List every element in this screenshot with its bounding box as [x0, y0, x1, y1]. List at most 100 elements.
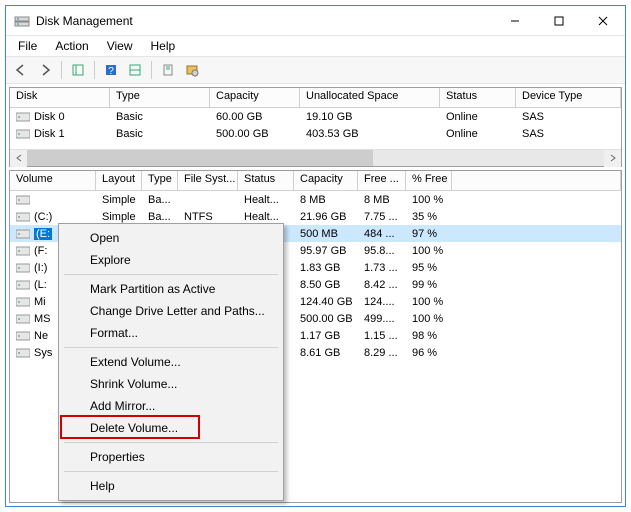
- volume-name: (C:): [34, 211, 52, 223]
- scroll-right-icon[interactable]: [604, 150, 621, 167]
- header-layout[interactable]: Layout: [96, 171, 142, 191]
- menu-action[interactable]: Action: [47, 38, 96, 54]
- header-free[interactable]: Free ...: [358, 171, 406, 191]
- menu-item-help[interactable]: Help: [62, 475, 280, 497]
- header-type[interactable]: Type: [110, 88, 210, 108]
- settings-button[interactable]: [124, 59, 146, 81]
- menu-item-shrink-volume[interactable]: Shrink Volume...: [62, 373, 280, 395]
- menu-file[interactable]: File: [10, 38, 45, 54]
- header-unallocated[interactable]: Unallocated Space: [300, 88, 440, 108]
- menu-item-change-drive-letter-and-paths[interactable]: Change Drive Letter and Paths...: [62, 300, 280, 322]
- volume-pane: Volume Layout Type File Syst... Status C…: [9, 170, 622, 503]
- volume-headers: Volume Layout Type File Syst... Status C…: [10, 171, 621, 191]
- cell-status: Healt...: [238, 194, 294, 206]
- header-fs[interactable]: File Syst...: [178, 171, 238, 191]
- volume-icon: [16, 229, 30, 239]
- volume-icon: [16, 195, 30, 205]
- cell-free: 1.73 ...: [358, 262, 406, 274]
- disk-rows: Disk 0Basic60.00 GB19.10 GBOnlineSAS Disk…: [10, 108, 621, 149]
- volume-icon: [16, 331, 30, 341]
- cell-layout: Simple: [96, 211, 142, 223]
- cell-type: Basic: [110, 128, 210, 140]
- minimize-button[interactable]: [493, 6, 537, 35]
- disk-icon: [16, 112, 30, 122]
- cell-free: 7.75 ...: [358, 211, 406, 223]
- svg-text:?: ?: [108, 66, 114, 77]
- menu-separator: [64, 274, 278, 275]
- volume-name: MS: [34, 313, 51, 325]
- cell-free: 499....: [358, 313, 406, 325]
- header-pct[interactable]: % Free: [406, 171, 452, 191]
- header-disk[interactable]: Disk: [10, 88, 110, 108]
- menu-separator: [64, 442, 278, 443]
- cell-type: Ba...: [142, 211, 178, 223]
- menu-item-properties[interactable]: Properties: [62, 446, 280, 468]
- cell-free: 8.42 ...: [358, 279, 406, 291]
- volume-name: (F:: [34, 245, 47, 257]
- menu-item-delete-volume[interactable]: Delete Volume...: [62, 417, 280, 439]
- header-volume[interactable]: Volume: [10, 171, 96, 191]
- menu-help[interactable]: Help: [143, 38, 184, 54]
- header-status[interactable]: Status: [238, 171, 294, 191]
- cell-layout: Simple: [96, 194, 142, 206]
- scroll-track[interactable]: [27, 150, 604, 166]
- toolbar-separator: [151, 61, 152, 79]
- disk-headers: Disk Type Capacity Unallocated Space Sta…: [10, 88, 621, 108]
- maximize-button[interactable]: [537, 6, 581, 35]
- menu-view[interactable]: View: [99, 38, 141, 54]
- table-row[interactable]: Disk 1Basic500.00 GB403.53 GBOnlineSAS: [10, 125, 621, 142]
- menubar: File Action View Help: [6, 36, 625, 56]
- show-hide-tree-button[interactable]: [67, 59, 89, 81]
- scroll-left-icon[interactable]: [10, 150, 27, 167]
- menu-item-format[interactable]: Format...: [62, 322, 280, 344]
- toolbar-separator: [61, 61, 62, 79]
- menu-item-add-mirror[interactable]: Add Mirror...: [62, 395, 280, 417]
- cell-fs: NTFS: [178, 211, 238, 223]
- volume-icon: [16, 314, 30, 324]
- cell-pct: 97 %: [406, 228, 452, 240]
- cell-free: 124....: [358, 296, 406, 308]
- horizontal-scrollbar[interactable]: [10, 149, 621, 166]
- header-capacity[interactable]: Capacity: [210, 88, 300, 108]
- disk-pane: Disk Type Capacity Unallocated Space Sta…: [9, 87, 622, 167]
- cell-status: Online: [440, 111, 516, 123]
- menu-separator: [64, 347, 278, 348]
- cell-pct: 100 %: [406, 194, 452, 206]
- back-button[interactable]: [10, 59, 32, 81]
- content-area: Disk Type Capacity Unallocated Space Sta…: [6, 84, 625, 506]
- header-type[interactable]: Type: [142, 171, 178, 191]
- menu-item-open[interactable]: Open: [62, 227, 280, 249]
- rescan-button[interactable]: [181, 59, 203, 81]
- refresh-button[interactable]: [157, 59, 179, 81]
- table-row[interactable]: SimpleBa...Healt...8 MB8 MB100 %: [10, 191, 621, 208]
- volume-icon: [16, 280, 30, 290]
- context-menu: OpenExplore Mark Partition as ActiveChang…: [58, 223, 284, 501]
- header-capacity[interactable]: Capacity: [294, 171, 358, 191]
- volume-name: (I:): [34, 262, 47, 274]
- close-button[interactable]: [581, 6, 625, 35]
- menu-item-mark-partition-as-active[interactable]: Mark Partition as Active: [62, 278, 280, 300]
- cell-free: 8 MB: [358, 194, 406, 206]
- toolbar: ?: [6, 56, 625, 84]
- header-status[interactable]: Status: [440, 88, 516, 108]
- volume-name: (L:: [34, 279, 47, 291]
- menu-item-extend-volume[interactable]: Extend Volume...: [62, 351, 280, 373]
- cell-pct: 95 %: [406, 262, 452, 274]
- cell-pct: 100 %: [406, 245, 452, 257]
- cell-pct: 100 %: [406, 296, 452, 308]
- cell-status: Online: [440, 128, 516, 140]
- table-row[interactable]: Disk 0Basic60.00 GB19.10 GBOnlineSAS: [10, 108, 621, 125]
- forward-button[interactable]: [34, 59, 56, 81]
- header-blank[interactable]: [452, 171, 621, 191]
- cell-unallocated: 19.10 GB: [300, 111, 440, 123]
- disk-name: Disk 1: [34, 128, 65, 140]
- disk-management-window: Disk Management File Action View Help ? …: [5, 5, 626, 507]
- cell-capacity: 8 MB: [294, 194, 358, 206]
- cell-status: Healt...: [238, 211, 294, 223]
- menu-item-explore[interactable]: Explore: [62, 249, 280, 271]
- help-button[interactable]: ?: [100, 59, 122, 81]
- cell-device: SAS: [516, 111, 621, 123]
- scroll-thumb[interactable]: [27, 150, 373, 166]
- header-device[interactable]: Device Type: [516, 88, 621, 108]
- cell-capacity: 8.50 GB: [294, 279, 358, 291]
